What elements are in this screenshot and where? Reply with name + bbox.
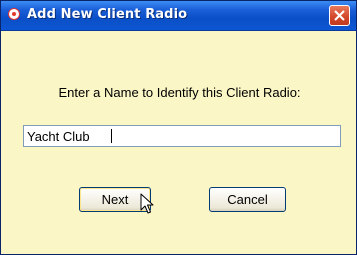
- window-title: Add New Client Radio: [27, 7, 188, 22]
- title-bar[interactable]: Add New Client Radio: [1, 1, 356, 31]
- next-button[interactable]: Next: [79, 187, 151, 212]
- client-name-input[interactable]: [23, 125, 341, 147]
- prompt-label: Enter a Name to Identify this Client Rad…: [58, 85, 301, 100]
- text-caret: [111, 129, 112, 143]
- dialog-window: Add New Client Radio Enter a Name to Ide…: [0, 0, 357, 255]
- cancel-button[interactable]: Cancel: [209, 187, 286, 212]
- close-icon: [334, 10, 345, 21]
- app-radio-icon: [9, 9, 19, 19]
- close-button[interactable]: [329, 5, 350, 26]
